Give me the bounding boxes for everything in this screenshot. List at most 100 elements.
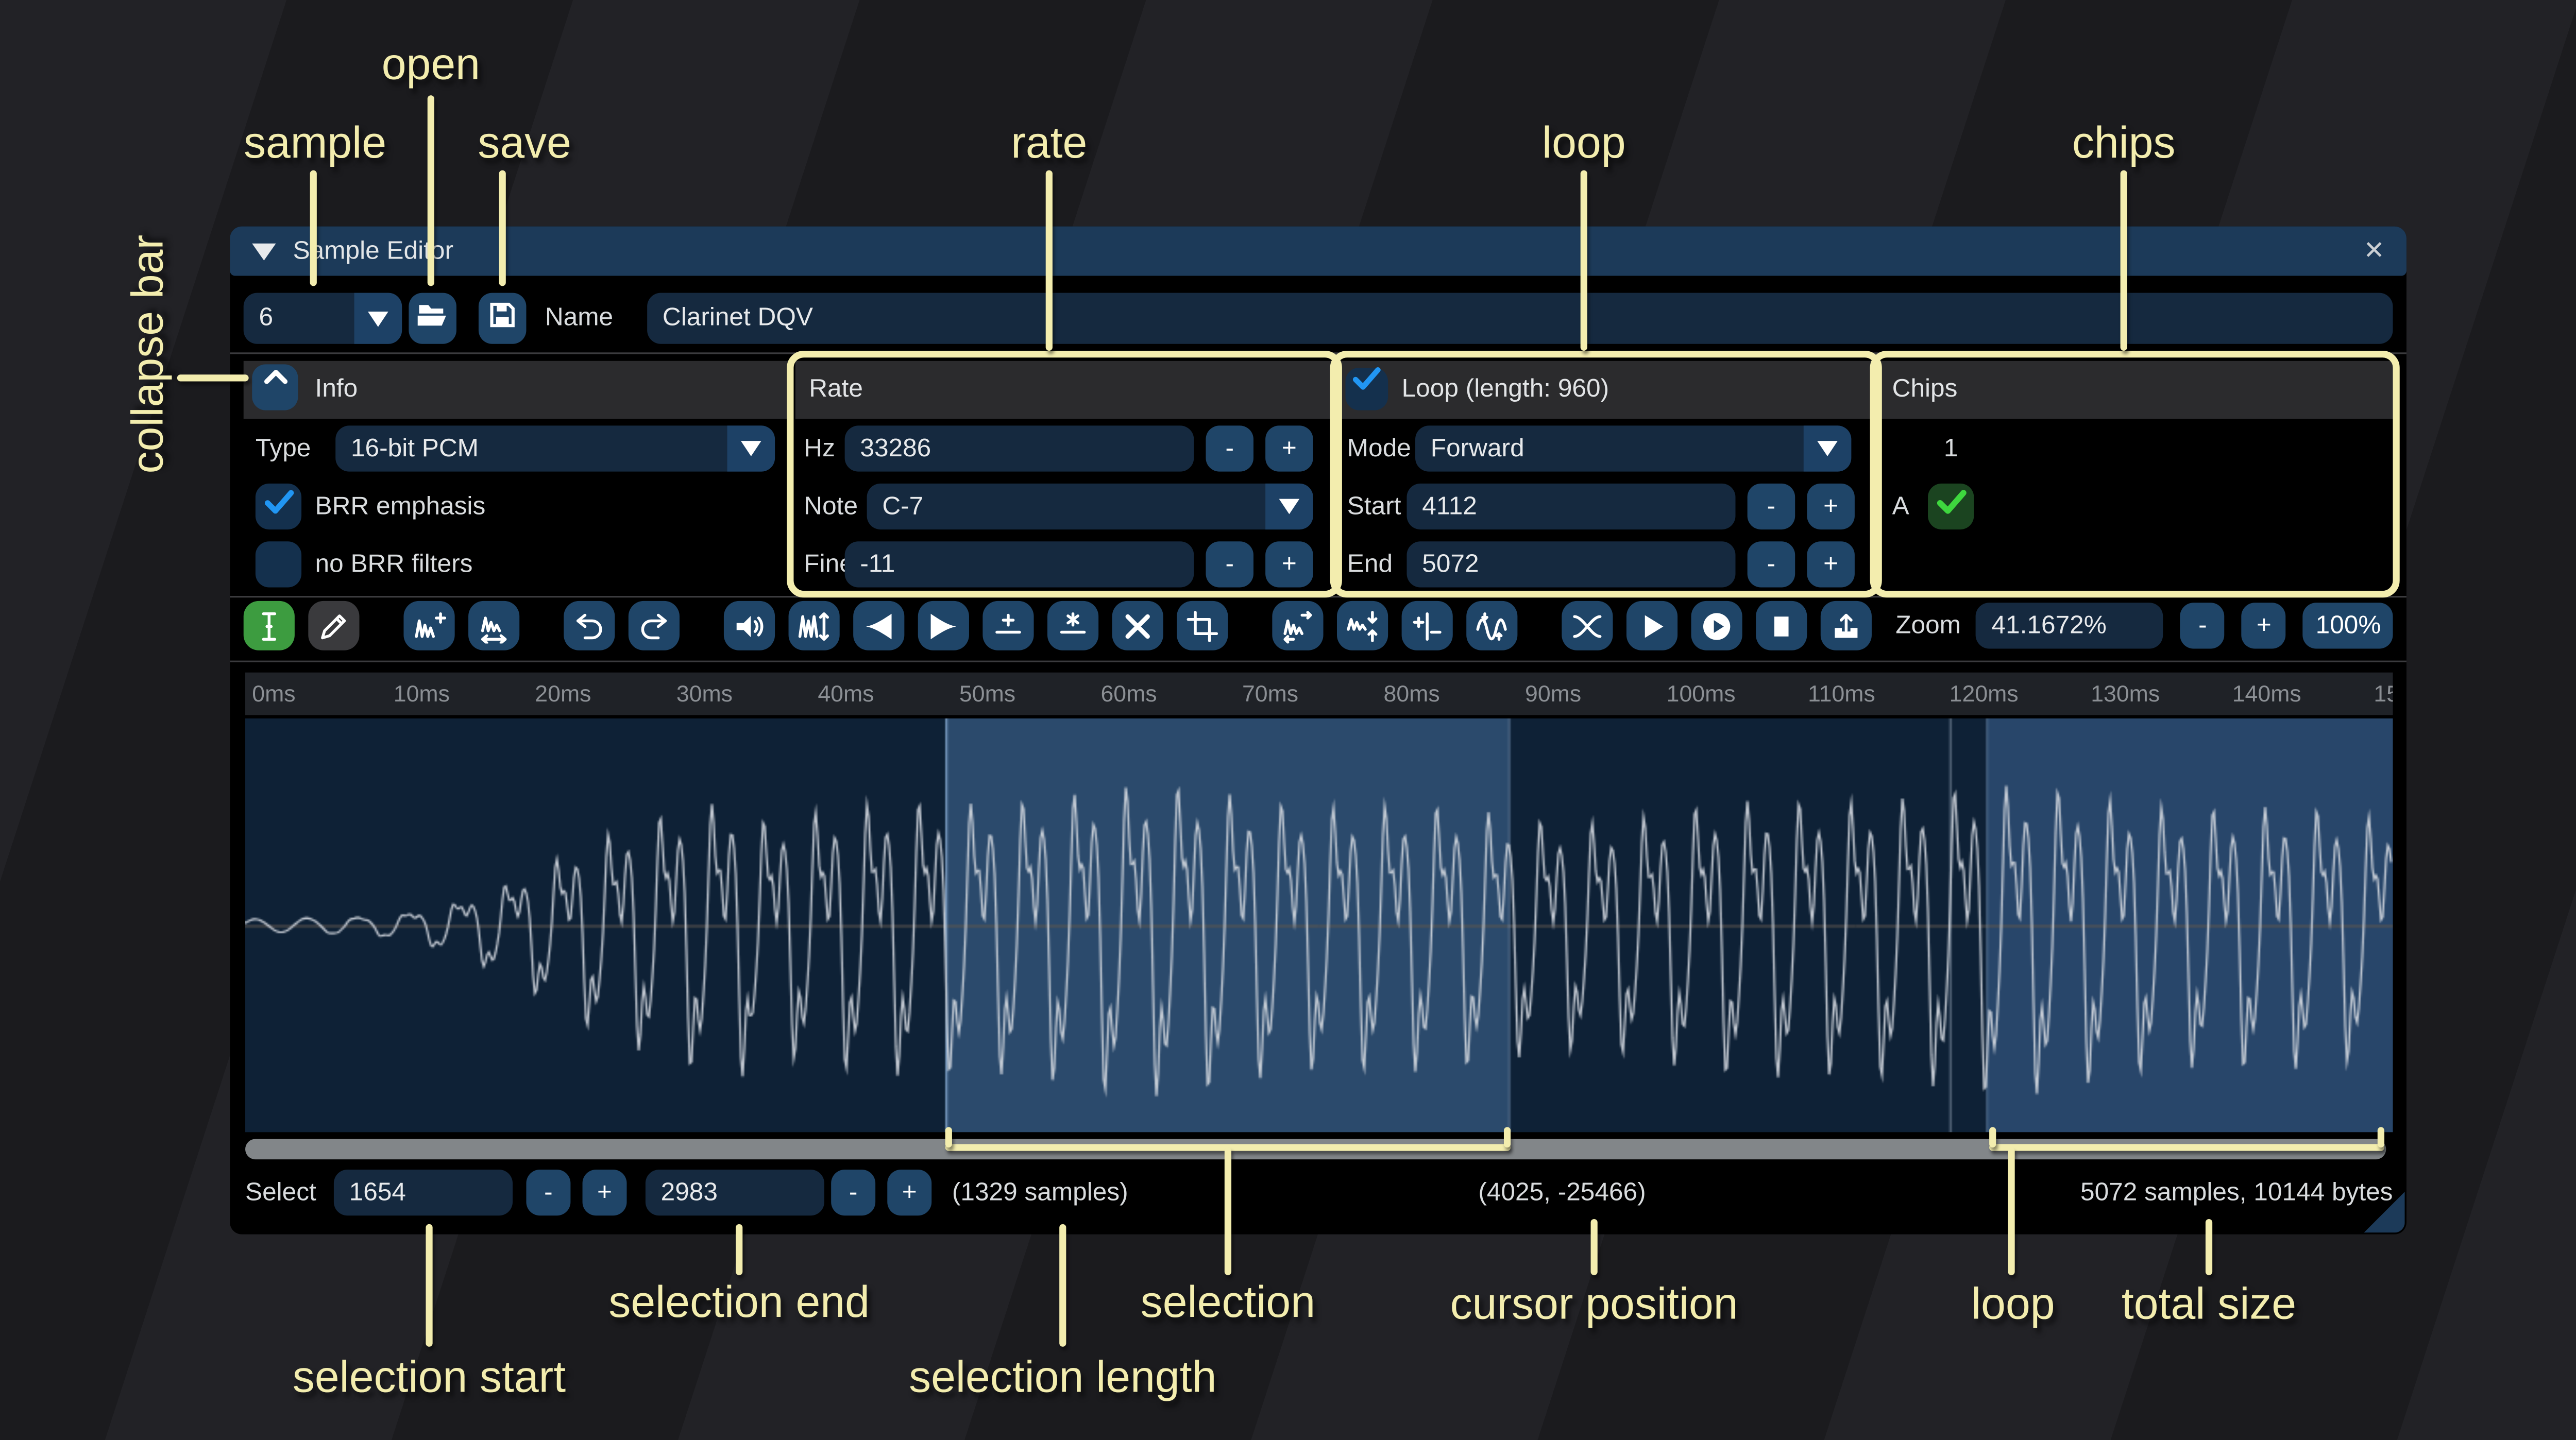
separator (230, 352, 2406, 354)
loop-mode-dropdown-arrow[interactable] (1804, 425, 1852, 471)
select-button[interactable] (244, 601, 295, 650)
make-instrument-button[interactable] (1821, 601, 1872, 650)
reverse-icon (1281, 609, 1315, 643)
ruler-tick-label: 150ms (2374, 673, 2393, 715)
mode-label: Mode (1347, 425, 1411, 471)
type-dropdown-arrow[interactable] (727, 425, 775, 471)
window-titlebar[interactable]: Sample Editor ✕ (230, 227, 2406, 276)
no-brr-filters-checkbox[interactable] (256, 541, 301, 587)
annotation-bracket-selection-right-tick (1504, 1127, 1511, 1147)
note-value: C-7 (867, 492, 924, 521)
annotation-line-open (428, 95, 434, 286)
fade-out-icon (926, 609, 960, 643)
loop-start-plus-button[interactable]: + (1807, 484, 1855, 529)
loop-end-plus-button[interactable]: + (1807, 541, 1855, 587)
apply-filter-icon (1475, 609, 1509, 643)
sample-number-dropdown-arrow[interactable] (354, 293, 402, 344)
desktop-background: Sample Editor ✕ 6 Name Clarinet DQV (0, 0, 2576, 1440)
close-icon[interactable]: ✕ (2355, 227, 2393, 276)
loop-checkbox[interactable] (1346, 368, 1388, 410)
note-dropdown[interactable]: C-7 (867, 484, 1313, 529)
note-dropdown-arrow[interactable] (1265, 484, 1313, 529)
open-button[interactable] (409, 293, 456, 344)
resize-button[interactable] (403, 601, 454, 650)
make-instrument-icon (1829, 609, 1863, 643)
chip-enable-checkbox[interactable] (1928, 484, 1974, 529)
stop-preview-button[interactable] (1756, 601, 1807, 650)
hz-plus-button[interactable]: + (1265, 425, 1313, 471)
loop-start-minus-button[interactable]: - (1748, 484, 1795, 529)
selection-start-input[interactable]: 1654 (334, 1170, 513, 1215)
invert-button[interactable] (1337, 601, 1388, 650)
window-collapse-icon[interactable] (252, 244, 276, 261)
preview-cursor-button[interactable] (1691, 601, 1742, 650)
crossfade-loop-icon (1570, 609, 1604, 643)
loop-mode-dropdown[interactable]: Forward (1415, 425, 1851, 471)
chip-column-number: 1 (1928, 425, 1974, 471)
preview-button[interactable] (1626, 601, 1677, 650)
zoom-reset-button[interactable]: 100% (2303, 603, 2393, 648)
annotation-chips: chips (2072, 116, 2176, 169)
rate-header-label: Rate (809, 361, 863, 419)
cursor-position-info: (4025, -25466) (1478, 1164, 1646, 1221)
check-icon (260, 484, 297, 529)
delete-icon (1121, 609, 1155, 643)
annotation-line-chips (2121, 170, 2127, 351)
selection-end-plus-button[interactable]: + (887, 1170, 931, 1215)
invert-icon (1346, 609, 1380, 643)
apply-silence-button[interactable] (1047, 601, 1098, 650)
resample-icon (477, 609, 511, 643)
fade-out-button[interactable] (918, 601, 969, 650)
type-dropdown[interactable]: 16-bit PCM (335, 425, 775, 471)
insert-silence-icon (991, 609, 1025, 643)
zoom-input[interactable]: 41.1672% (1976, 603, 2164, 648)
draw-button[interactable] (308, 601, 359, 650)
zoom-in-button[interactable]: + (2242, 603, 2286, 648)
normalize-button[interactable] (789, 601, 840, 650)
reverse-button[interactable] (1272, 601, 1323, 650)
fade-in-button[interactable] (853, 601, 904, 650)
trim-button[interactable] (1177, 601, 1228, 650)
rate-panel-header: Rate (795, 361, 1334, 419)
loop-end-minus-button[interactable]: - (1748, 541, 1795, 587)
brr-emphasis-checkbox[interactable] (256, 484, 301, 529)
redo-button[interactable] (629, 601, 680, 650)
fine-plus-button[interactable]: + (1265, 541, 1313, 587)
name-input[interactable]: Clarinet DQV (647, 293, 2393, 344)
waveform-display[interactable] (245, 718, 2393, 1132)
sign-invert-button[interactable] (1402, 601, 1453, 650)
crossfade-loop-button[interactable] (1562, 601, 1613, 650)
collapse-bar-button[interactable] (252, 364, 298, 410)
hz-value: 33286 (845, 434, 931, 463)
selection-start-minus-button[interactable]: - (526, 1170, 570, 1215)
apply-silence-icon (1056, 609, 1090, 643)
selection-end-input[interactable]: 2983 (646, 1170, 824, 1215)
info-header-label: Info (315, 361, 358, 419)
annotation-stem-loop (2008, 1147, 2014, 1275)
selection-end-minus-button[interactable]: - (831, 1170, 875, 1215)
apply-filter-button[interactable] (1466, 601, 1517, 650)
zoom-out-button[interactable]: - (2180, 603, 2225, 648)
delete-button[interactable] (1112, 601, 1163, 650)
save-button[interactable] (479, 293, 527, 344)
insert-silence-button[interactable] (982, 601, 1033, 650)
zoom-value: 41.1672% (1976, 611, 2107, 640)
annotation-sample: sample (244, 116, 386, 169)
amplify-button[interactable] (724, 601, 775, 650)
open-folder-icon (416, 298, 450, 338)
loop-start-input[interactable]: 4112 (1407, 484, 1736, 529)
selection-start-plus-button[interactable]: + (583, 1170, 627, 1215)
sample-number-select[interactable]: 6 (244, 293, 402, 344)
loop-panel-header: Loop (length: 960) (1338, 361, 1873, 419)
window-resize-grip[interactable] (2364, 1192, 2404, 1232)
fine-input[interactable]: -11 (845, 541, 1194, 587)
sample-number-value: 6 (244, 303, 273, 332)
annotation-total-size: total size (2122, 1278, 2296, 1330)
resample-button[interactable] (468, 601, 519, 650)
fine-minus-button[interactable]: - (1206, 541, 1253, 587)
hz-minus-button[interactable]: - (1206, 425, 1253, 471)
undo-button[interactable] (564, 601, 615, 650)
loop-end-input[interactable]: 5072 (1407, 541, 1736, 587)
annotation-loop-bottom: loop (1971, 1278, 2055, 1330)
hz-input[interactable]: 33286 (845, 425, 1194, 471)
